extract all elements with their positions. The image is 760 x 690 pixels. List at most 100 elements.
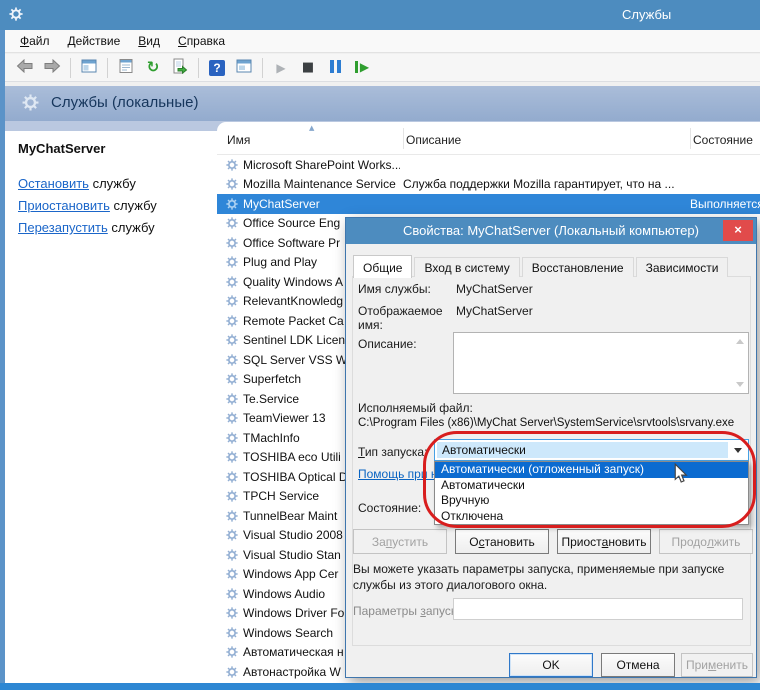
scope-title: Службы (локальные): [51, 94, 198, 111]
close-icon: ×: [734, 222, 742, 237]
service-name-value: MyChatServer: [456, 282, 533, 296]
executable-label: Исполняемый файл:: [358, 401, 473, 415]
window-border-left: [0, 30, 5, 690]
service-description-cell: Служба поддержки Mozilla гарантирует, чт…: [400, 177, 687, 191]
toolbar: ↻?▶■▶: [5, 54, 760, 82]
column-header-description[interactable]: Описание: [406, 133, 461, 147]
dropdown-option-0[interactable]: Автоматически (отложенный запуск): [435, 462, 748, 478]
dropdown-option-1[interactable]: Автоматически: [435, 478, 748, 494]
dialog-close-button[interactable]: ×: [723, 220, 753, 241]
sort-asc-icon: ▲: [309, 124, 314, 132]
stop-service-link[interactable]: Остановить: [18, 176, 89, 191]
forward-icon: [43, 59, 61, 76]
menu-file[interactable]: Файл: [11, 31, 59, 51]
console-tree-button[interactable]: [77, 57, 101, 79]
pause-service-button[interactable]: [323, 57, 347, 79]
description-textarea[interactable]: [453, 332, 749, 394]
params-note: Вы можете указать параметры запуска, при…: [353, 561, 745, 593]
start-button: Запустить: [353, 529, 447, 554]
tab-dependencies[interactable]: Зависимости: [636, 257, 729, 277]
service-gear-icon: [226, 198, 239, 210]
window-title: Службы: [622, 7, 671, 22]
cancel-button[interactable]: Отмена: [601, 653, 675, 677]
task-link-row: Перезапустить службу: [18, 217, 157, 239]
service-control-buttons: ЗапуститьОстановитьПриостановитьПродолжи…: [353, 529, 753, 554]
tab-recovery[interactable]: Восстановление: [522, 257, 634, 277]
task-pane: MyChatServer Остановить службу Приостанов…: [5, 131, 213, 683]
stop-service-button[interactable]: ■: [296, 57, 320, 79]
service-gear-icon: [226, 588, 239, 600]
task-link-row: Приостановить службу: [18, 195, 157, 217]
service-name-cell: MyChatServer: [239, 197, 400, 211]
service-gear-icon: [226, 529, 239, 541]
service-name-cell: Mozilla Maintenance Service: [239, 177, 400, 191]
toolbar-separator: [107, 58, 108, 78]
menu-action[interactable]: Действие: [59, 31, 130, 51]
startup-type-select[interactable]: Автоматически: [434, 439, 749, 461]
apply-button: Применить: [681, 653, 753, 677]
service-gear-icon: [226, 334, 239, 346]
show-window-button[interactable]: [232, 57, 256, 79]
service-row[interactable]: MyChatServerВыполняется: [217, 194, 760, 214]
ok-button[interactable]: OK: [509, 653, 593, 677]
executable-path: C:\Program Files (x86)\MyChat Server\Sys…: [358, 417, 750, 429]
pause-button[interactable]: Приостановить: [557, 529, 651, 554]
selected-service-name: MyChatServer: [18, 141, 105, 156]
display-name-label: Отображаемое имя:: [358, 304, 446, 332]
services-window: Службы ФайлДействиеВидСправка ↻?▶■▶ Служ…: [0, 0, 760, 690]
service-gear-icon: [226, 646, 239, 658]
service-row[interactable]: Microsoft SharePoint Works...: [217, 155, 760, 175]
service-gear-icon: [226, 568, 239, 580]
back-button[interactable]: [13, 57, 37, 79]
service-gear-icon: [226, 178, 239, 190]
dropdown-option-3[interactable]: Отключена: [435, 509, 748, 525]
menu-help[interactable]: Справка: [169, 31, 234, 51]
show-window-icon: [236, 58, 252, 77]
dropdown-option-2[interactable]: Вручную: [435, 493, 748, 509]
refresh-icon: ↻: [147, 60, 160, 75]
tab-logon[interactable]: Вход в систему: [414, 257, 519, 277]
service-gear-icon: [226, 256, 239, 268]
scroll-up-icon[interactable]: [736, 339, 744, 344]
service-gear-icon: [226, 471, 239, 483]
service-name-cell: Microsoft SharePoint Works...: [239, 158, 400, 172]
menu-view[interactable]: Вид: [129, 31, 169, 51]
task-link-rest: службу: [108, 220, 155, 235]
startup-type-label: Тип запуска:: [358, 445, 427, 459]
service-gear-icon: [226, 510, 239, 522]
dialog-titlebar: Свойства: MyChatServer (Локальный компью…: [346, 218, 756, 244]
scroll-down-icon[interactable]: [736, 382, 744, 387]
export-list-button[interactable]: [168, 57, 192, 79]
forward-button[interactable]: [40, 57, 64, 79]
service-gear-icon: [226, 217, 239, 229]
column-divider[interactable]: [403, 128, 404, 149]
pause-service-icon: [330, 60, 341, 76]
service-gear-icon: [226, 490, 239, 502]
column-header-name[interactable]: Имя: [227, 133, 250, 147]
startup-params-input[interactable]: [453, 598, 743, 620]
services-gear-icon: [9, 7, 23, 24]
column-divider[interactable]: [690, 128, 691, 149]
service-gear-icon: [226, 276, 239, 288]
properties-button[interactable]: [114, 57, 138, 79]
status-label: Состояние:: [358, 501, 421, 515]
service-action-links: Остановить службуПриостановить службуПер…: [18, 173, 157, 239]
chevron-down-icon[interactable]: [734, 448, 742, 453]
description-label: Описание:: [358, 337, 417, 351]
refresh-button[interactable]: ↻: [141, 57, 165, 79]
window-border-bottom: [0, 683, 760, 690]
pause-service-link[interactable]: Приостановить: [18, 198, 110, 213]
services-gear-icon: [22, 94, 39, 114]
task-link-rest: службу: [89, 176, 136, 191]
column-header-status[interactable]: Состояние: [693, 133, 753, 147]
restart-service-link[interactable]: Перезапустить: [18, 220, 108, 235]
service-gear-icon: [226, 295, 239, 307]
tab-general[interactable]: Общие: [353, 255, 412, 278]
help-button[interactable]: ?: [205, 57, 229, 79]
properties-icon: [118, 58, 134, 77]
stop-button[interactable]: Остановить: [455, 529, 549, 554]
start-service-button[interactable]: ▶: [269, 57, 293, 79]
startup-type-selected-value: Автоматически: [437, 442, 728, 458]
service-row[interactable]: Mozilla Maintenance ServiceСлужба поддер…: [217, 175, 760, 195]
resume-service-button[interactable]: ▶: [350, 57, 374, 79]
